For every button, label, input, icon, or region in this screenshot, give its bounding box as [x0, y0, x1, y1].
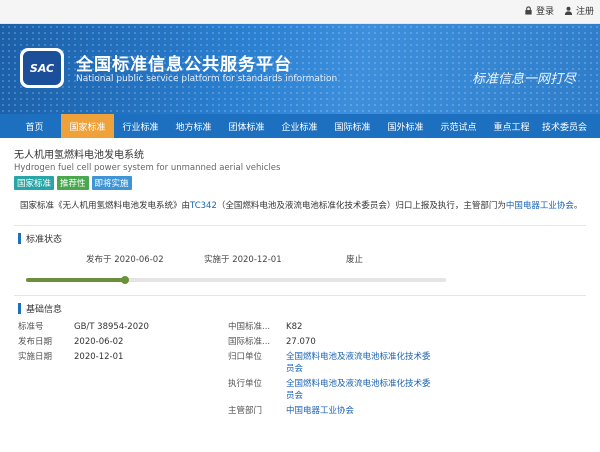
tag-recommended: 推荐性	[57, 176, 89, 190]
tag-upcoming: 即将实施	[91, 176, 132, 190]
info-value: 2020-12-01	[74, 351, 124, 362]
info-row: 实施日期 2020-12-01 归口单位 全国燃料电池及液流电池标准化技术委员会	[18, 349, 436, 376]
info-row: 发布日期 2020-06-02 国际标准... 27.070	[18, 334, 436, 349]
nav-item[interactable]: 行业标准	[114, 114, 167, 138]
nav-item[interactable]: 国际标准	[326, 114, 379, 138]
info-value: 27.070	[286, 336, 316, 347]
nav-item[interactable]: 技术委员会	[538, 114, 591, 138]
register-label: 注册	[575, 7, 594, 17]
nav-item[interactable]: 企业标准	[273, 114, 326, 138]
info-key: 归口单位	[228, 351, 263, 362]
site-title: 全国标准信息公共服务平台	[76, 55, 292, 75]
register-link[interactable]: 注册	[564, 4, 594, 17]
info-key: 实施日期	[18, 351, 53, 362]
info-key	[18, 403, 74, 418]
logo-text: SAC	[23, 51, 61, 85]
main-nav: 首页 国家标准 行业标准 地方标准 团体标准 企业标准 国际标准 国外标准 示范试点 重点工程 技术…	[0, 114, 600, 138]
basic-info-table: 标准号 GB/T 38954-2020 中国标准... K82 发布日期 2020-06-…	[18, 319, 436, 418]
account-links: 登录 注册	[524, 4, 594, 17]
info-row: 执行单位 全国燃料电池及液流电池标准化技术委员会	[18, 376, 436, 403]
tag-national: 国家标准	[14, 176, 55, 190]
info-key: 发布日期	[18, 336, 53, 347]
login-label: 登录	[535, 7, 554, 17]
nav-item[interactable]: 重点工程	[485, 114, 538, 138]
lock-icon	[525, 6, 532, 15]
info-key: 中国标准...	[228, 321, 271, 332]
info-key: 国际标准...	[228, 336, 271, 347]
user-icon	[564, 6, 573, 15]
standard-description: 国家标准《无人机用氢燃料电池发电系统》由TC342（全国燃料电池及液流电池标准化…	[14, 200, 586, 213]
standard-tags: 国家标准 推荐性 即将实施	[14, 176, 586, 190]
info-value: 2020-06-02	[74, 336, 124, 347]
info-row: 主管部门 中国电器工业协会	[18, 403, 436, 418]
info-link[interactable]: 全国燃料电池及液流电池标准化技术委员会	[286, 349, 436, 376]
info-row: 标准号 GB/T 38954-2020 中国标准... K82	[18, 319, 436, 334]
info-key: 标准号	[18, 321, 44, 332]
info-value: GB/T 38954-2020	[74, 321, 149, 332]
status-heading-label: 标准状态	[26, 235, 63, 245]
login-link[interactable]: 登录	[524, 4, 554, 17]
desc-middle: （全国燃料电池及液流电池标准化技术委员会）归口上报及执行，主管部门为	[216, 201, 506, 211]
top-utility-bar: 登录 注册	[0, 0, 600, 24]
info-value	[74, 403, 228, 418]
implemented-label: 实施于 2020-12-01	[204, 255, 282, 265]
nav-item[interactable]: 国外标准	[379, 114, 432, 138]
nav-item[interactable]: 团体标准	[220, 114, 273, 138]
sac-logo[interactable]: SAC	[20, 48, 64, 88]
info-value	[74, 376, 228, 403]
tc-link[interactable]: TC342	[190, 201, 217, 211]
info-value: K82	[286, 321, 303, 332]
basic-heading-label: 基础信息	[26, 305, 63, 315]
main-content: 无人机用氢燃料电池发电系统 Hydrogen fuel cell power s…	[0, 138, 600, 418]
site-subtitle: National public service platform for sta…	[76, 74, 338, 84]
status-progress	[26, 278, 123, 282]
abolished-label: 废止	[346, 255, 364, 265]
info-link[interactable]: 中国电器工业协会	[286, 403, 436, 418]
status-heading: 标准状态	[18, 232, 586, 245]
standard-title-en: Hydrogen fuel cell power system for unma…	[14, 163, 281, 173]
heading-bar	[18, 233, 21, 244]
basic-info-section: 基础信息 标准号 GB/T 38954-2020 中国标准... K82 发布日期 202…	[14, 295, 586, 418]
info-link[interactable]: 全国燃料电池及液流电池标准化技术委员会	[286, 376, 436, 403]
banner-slogan: 标准信息一网打尽	[471, 72, 576, 87]
info-key: 主管部门	[228, 405, 263, 416]
published-label: 发布于 2020-06-02	[86, 255, 164, 265]
desc-end: 。	[573, 201, 583, 211]
nav-item[interactable]: 地方标准	[167, 114, 220, 138]
status-track	[26, 278, 446, 282]
standard-title: 无人机用氢燃料电池发电系统	[14, 150, 144, 161]
nav-item[interactable]: 示范试点	[432, 114, 485, 138]
status-timeline: 发布于 2020-06-02 实施于 2020-12-01 废止	[18, 245, 586, 289]
header-banner: SAC 全国标准信息公共服务平台 National public service…	[0, 24, 600, 114]
heading-bar	[18, 303, 21, 314]
desc-prefix: 国家标准《无人机用氢燃料电池发电系统》由	[20, 201, 191, 211]
basic-heading: 基础信息	[18, 302, 586, 315]
info-key: 执行单位	[228, 378, 263, 389]
status-section: 标准状态 发布于 2020-06-02 实施于 2020-12-01 废止	[14, 225, 586, 289]
status-marker	[120, 276, 129, 284]
nav-item[interactable]: 国家标准	[61, 114, 114, 138]
dept-link[interactable]: 中国电器工业协会	[506, 201, 574, 211]
nav-item[interactable]: 首页	[8, 114, 61, 138]
info-key	[18, 376, 74, 403]
